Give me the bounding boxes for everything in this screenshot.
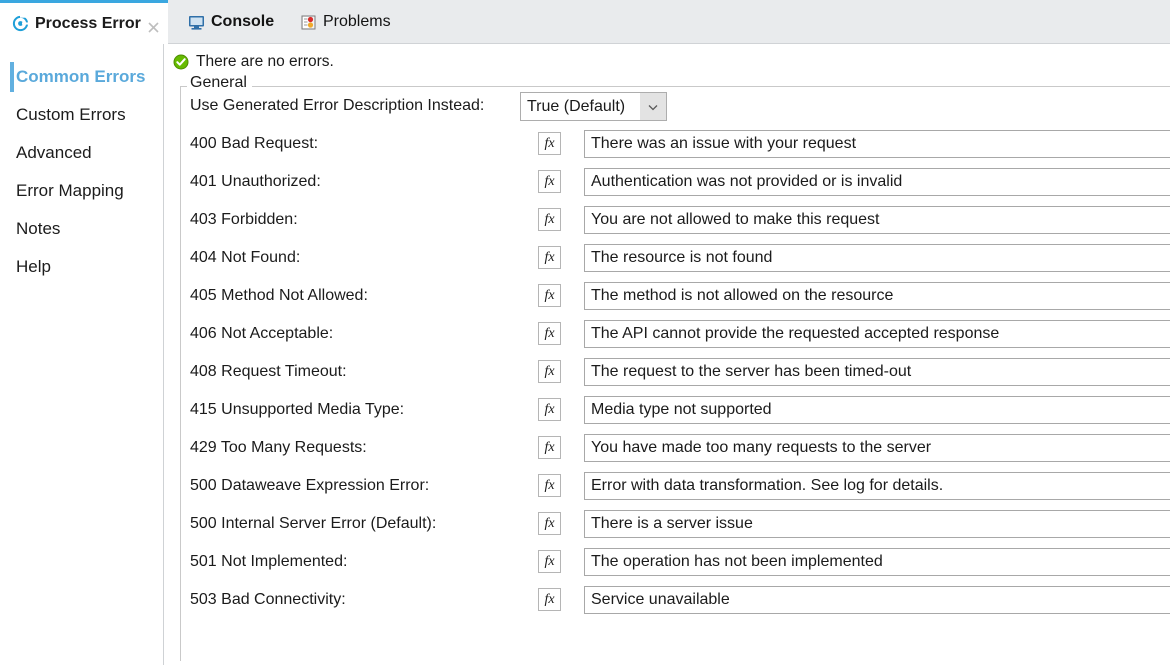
tab-problems[interactable]: Problems (288, 0, 401, 44)
error-row: 401 Unauthorized: fx Authentication was no… (181, 163, 1170, 201)
status-message: There are no errors. (173, 53, 334, 71)
sidebar-item-custom-errors[interactable]: Custom Errors (0, 96, 163, 134)
settings-sidebar: Common Errors Custom Errors Advanced Err… (0, 44, 164, 665)
error-description-input[interactable]: The API cannot provide the requested acc… (584, 320, 1170, 348)
chevron-down-icon[interactable] (640, 93, 666, 120)
dropdown-selected-value: True (Default) (527, 97, 626, 115)
error-description-input[interactable]: Authentication was not provided or is in… (584, 168, 1170, 196)
error-row: 500 Internal Server Error (Default): fx Th… (181, 505, 1170, 543)
sidebar-item-error-mapping[interactable]: Error Mapping (0, 172, 163, 210)
row-label: 406 Not Acceptable: (190, 325, 334, 342)
error-description-input[interactable]: Media type not supported (584, 396, 1170, 424)
status-message-text: There are no errors. (196, 53, 334, 70)
row-label: 415 Unsupported Media Type: (190, 401, 405, 418)
close-icon[interactable] (147, 21, 160, 34)
tab-console-label: Console (211, 13, 275, 30)
error-description-input[interactable]: You are not allowed to make this request (584, 206, 1170, 234)
sidebar-item-label: Common Errors (16, 67, 146, 86)
sidebar-item-label: Notes (16, 219, 61, 238)
row-label: 429 Too Many Requests: (190, 439, 367, 456)
fx-expression-button[interactable]: fx (538, 208, 561, 231)
fx-expression-button[interactable]: fx (538, 436, 561, 459)
sidebar-item-advanced[interactable]: Advanced (0, 134, 163, 172)
error-description-input[interactable]: The method is not allowed on the resourc… (584, 282, 1170, 310)
error-description-input[interactable]: The request to the server has been timed… (584, 358, 1170, 386)
fx-expression-button[interactable]: fx (538, 170, 561, 193)
error-description-input[interactable]: Service unavailable (584, 586, 1170, 614)
error-row: 501 Not Implemented: fx The operation has … (181, 543, 1170, 581)
error-row: 415 Unsupported Media Type: fx Media type … (181, 391, 1170, 429)
row-label: 408 Request Timeout: (190, 363, 347, 380)
mule-circle-icon (12, 15, 29, 32)
error-description-input[interactable]: You have made too many requests to the s… (584, 434, 1170, 462)
general-group-box: General Use Generated Error Description … (180, 74, 1170, 661)
editor-tab-bar: Process Error Console Problems (0, 0, 1170, 44)
sidebar-item-help[interactable]: Help (0, 248, 163, 286)
row-label: 500 Dataweave Expression Error: (190, 477, 430, 494)
fx-expression-button[interactable]: fx (538, 550, 561, 573)
row-label: 400 Bad Request: (190, 135, 319, 152)
fx-expression-button[interactable]: fx (538, 398, 561, 421)
fx-expression-button[interactable]: fx (538, 360, 561, 383)
sidebar-item-common-errors[interactable]: Common Errors (0, 58, 163, 96)
row-label: Use Generated Error Description Instead: (190, 97, 485, 114)
row-use-generated-error-description: Use Generated Error Description Instead:… (181, 87, 1170, 125)
tab-process-error-label: Process Error (35, 14, 141, 32)
settings-content-panel: There are no errors. General Use Generat… (165, 44, 1170, 665)
error-row: 403 Forbidden: fx You are not allowed to m… (181, 201, 1170, 239)
sidebar-item-label: Error Mapping (16, 181, 124, 200)
error-row: 500 Dataweave Expression Error: fx Error w… (181, 467, 1170, 505)
console-monitor-icon (188, 14, 205, 31)
fx-expression-button[interactable]: fx (538, 322, 561, 345)
fx-expression-button[interactable]: fx (538, 284, 561, 307)
error-row: 429 Too Many Requests: fx You have made to… (181, 429, 1170, 467)
error-row: 400 Bad Request: fx There was an issue wit… (181, 125, 1170, 163)
sidebar-item-label: Advanced (16, 143, 92, 162)
green-check-icon (173, 54, 189, 70)
error-row: 405 Method Not Allowed: fx The method is n… (181, 277, 1170, 315)
tab-process-error[interactable]: Process Error (0, 0, 168, 44)
error-row: 404 Not Found: fx The resource is not foun… (181, 239, 1170, 277)
error-row: 503 Bad Connectivity: fx Service unavailab… (181, 581, 1170, 619)
tab-console[interactable]: Console (176, 0, 284, 44)
tab-problems-label: Problems (323, 13, 391, 30)
fx-expression-button[interactable]: fx (538, 132, 561, 155)
sidebar-item-label: Custom Errors (16, 105, 126, 124)
error-row: 406 Not Acceptable: fx The API cannot prov… (181, 315, 1170, 353)
error-description-input[interactable]: The resource is not found (584, 244, 1170, 272)
fx-expression-button[interactable]: fx (538, 474, 561, 497)
problems-stoplight-icon (300, 14, 317, 31)
row-label: 403 Forbidden: (190, 211, 298, 228)
fx-expression-button[interactable]: fx (538, 588, 561, 611)
row-label: 401 Unauthorized: (190, 173, 321, 190)
error-description-input[interactable]: The operation has not been implemented (584, 548, 1170, 576)
sidebar-item-label: Help (16, 257, 51, 276)
use-generated-error-description-dropdown[interactable]: True (Default) (520, 92, 667, 121)
row-label: 501 Not Implemented: (190, 553, 348, 570)
error-description-input[interactable]: There is a server issue (584, 510, 1170, 538)
fx-expression-button[interactable]: fx (538, 246, 561, 269)
row-label: 404 Not Found: (190, 249, 301, 266)
row-label: 500 Internal Server Error (Default): (190, 515, 437, 532)
error-row: 408 Request Timeout: fx The request to the… (181, 353, 1170, 391)
row-label: 405 Method Not Allowed: (190, 287, 368, 304)
error-description-input[interactable]: There was an issue with your request (584, 130, 1170, 158)
fx-expression-button[interactable]: fx (538, 512, 561, 535)
error-description-input[interactable]: Error with data transformation. See log … (584, 472, 1170, 500)
row-label: 503 Bad Connectivity: (190, 591, 346, 608)
sidebar-item-notes[interactable]: Notes (0, 210, 163, 248)
